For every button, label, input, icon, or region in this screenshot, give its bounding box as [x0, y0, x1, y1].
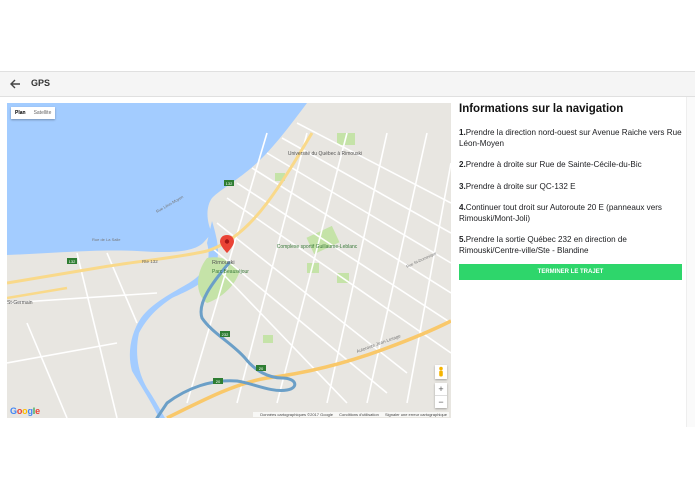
panel-title: Informations sur la navigation — [459, 103, 624, 115]
step-number: 4. — [459, 203, 466, 212]
step-text: Prendre la direction nord-ouest sur Aven… — [459, 128, 682, 148]
step-number: 5. — [459, 235, 466, 244]
label-lasalle: Rue de La Salle — [92, 237, 121, 242]
terms-link[interactable]: Conditions d'utilisation — [339, 412, 379, 417]
scrollbar-track[interactable] — [686, 97, 695, 427]
step-text: Prendre à droite sur QC-132 E — [465, 181, 576, 191]
step-number: 2. — [459, 160, 466, 169]
page-title: GPS — [31, 78, 51, 88]
map-attribution: Données cartographiques ©2017 Google Con… — [253, 412, 449, 417]
label-park: Parc Beauséjour — [212, 269, 249, 275]
zoom-out-button[interactable]: − — [435, 396, 447, 408]
navigation-panel: Informations sur la navigation 1.Prendre… — [459, 103, 683, 267]
shield-232: 232 — [220, 331, 230, 337]
end-trip-button[interactable]: TERMINER LE TRAJET — [459, 264, 682, 280]
step-item: 3.Prendre à droite sur QC-132 E — [459, 182, 683, 193]
shield-20: 20 — [213, 378, 223, 384]
step-item: 1.Prendre la direction nord-ouest sur Av… — [459, 128, 683, 149]
report-error-link[interactable]: Signaler une erreur cartographique — [385, 412, 447, 417]
step-number: 1. — [459, 128, 466, 137]
label-germain: St-Germain — [7, 300, 33, 306]
svg-text:132: 132 — [226, 181, 233, 186]
map-view[interactable]: 132 132 232 20 20 Université du Québec à… — [7, 103, 451, 418]
label-university: Université du Québec à Rimouski — [288, 151, 362, 157]
step-item: 5.Prendre la sortie Québec 232 en direct… — [459, 235, 683, 256]
shield-132-west: 132 — [67, 258, 77, 264]
shield-20-east: 20 — [256, 365, 266, 371]
navigation-steps: 1.Prendre la direction nord-ouest sur Av… — [459, 128, 683, 256]
map-data-credit: Données cartographiques ©2017 Google — [260, 412, 334, 417]
step-text: Prendre à droite sur Rue de Sainte-Cécil… — [465, 160, 642, 169]
shield-132: 132 — [224, 180, 234, 186]
app-bar: GPS — [0, 71, 695, 97]
step-item: 4.Continuer tout droit sur Autoroute 20 … — [459, 203, 683, 224]
label-city: Rimouski — [212, 260, 235, 266]
step-text: Prendre la sortie Québec 232 en directio… — [459, 235, 627, 255]
svg-text:132: 132 — [69, 259, 76, 264]
label-route132: Rte 132 — [142, 259, 158, 264]
svg-text:20: 20 — [216, 379, 221, 384]
zoom-control: + − — [435, 383, 447, 408]
pegman-figure-icon — [439, 366, 443, 377]
zoom-in-button[interactable]: + — [435, 383, 447, 395]
map-type-plan[interactable]: Plan — [11, 107, 30, 119]
step-text: Continuer tout droit sur Autoroute 20 E … — [459, 203, 662, 223]
park-small-4 — [263, 335, 273, 343]
map-type-control: Plan Satellite — [11, 107, 56, 119]
arrow-left-icon[interactable] — [8, 76, 22, 92]
step-number: 3. — [459, 181, 466, 191]
map-canvas[interactable]: 132 132 232 20 20 Université du Québec à… — [7, 103, 451, 418]
pegman-icon[interactable] — [435, 365, 447, 379]
google-logo[interactable]: Google — [10, 406, 40, 416]
svg-text:232: 232 — [222, 332, 229, 337]
step-item: 2.Prendre à droite sur Rue de Sainte-Céc… — [459, 160, 683, 171]
svg-text:20: 20 — [259, 366, 264, 371]
map-type-satellite[interactable]: Satellite — [30, 107, 56, 119]
label-complex: Complexe sportif Guillaume-Leblanc — [277, 244, 358, 250]
